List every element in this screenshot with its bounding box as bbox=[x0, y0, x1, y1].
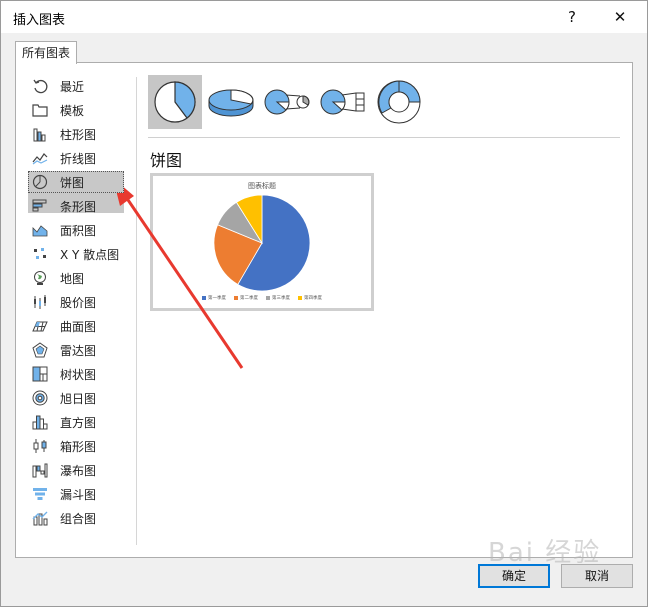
close-button[interactable]: ✕ bbox=[605, 5, 635, 29]
pie-subtype-icon[interactable] bbox=[148, 75, 202, 129]
category-label: 树状图 bbox=[60, 367, 97, 382]
treemap-chart-icon bbox=[31, 365, 49, 383]
category-label: 箱形图 bbox=[60, 439, 97, 454]
legend-label: 第四季度 bbox=[304, 296, 322, 301]
pie-of-pie-subtype-icon[interactable] bbox=[260, 75, 314, 129]
combo-chart-icon bbox=[31, 509, 49, 527]
category-label: 模板 bbox=[60, 103, 85, 118]
category-label: 股价图 bbox=[60, 295, 97, 310]
bar-chart-icon bbox=[31, 197, 49, 215]
map-chart-icon bbox=[31, 269, 49, 287]
category-label: 直方图 bbox=[60, 415, 97, 430]
chart-preview: 图表标题 第一季度 第二季度 第三季度 第四季度 bbox=[150, 173, 374, 311]
category-item[interactable]: 箱形图 bbox=[28, 435, 124, 457]
watermark: Bai 经验 bbox=[488, 538, 602, 568]
category-item[interactable]: 条形图 bbox=[28, 195, 124, 217]
category-item[interactable]: 组合图 bbox=[28, 507, 124, 529]
legend-entry: 第三季度 bbox=[266, 295, 290, 301]
column-chart-icon bbox=[31, 125, 49, 143]
waterfall-chart-icon bbox=[31, 461, 49, 479]
doughnut-subtype-icon[interactable] bbox=[372, 75, 426, 129]
category-item[interactable]: 旭日图 bbox=[28, 387, 124, 409]
category-item[interactable]: 直方图 bbox=[28, 411, 124, 433]
category-label: 最近 bbox=[60, 79, 85, 94]
category-label: 旭日图 bbox=[60, 391, 97, 406]
line-chart-icon bbox=[31, 149, 49, 167]
surface-chart-icon bbox=[31, 317, 49, 335]
area-chart-icon bbox=[31, 221, 49, 239]
legend-swatch bbox=[266, 296, 270, 300]
category-item[interactable]: 瀑布图 bbox=[28, 459, 124, 481]
dialog-title: 插入图表 bbox=[13, 13, 66, 28]
category-item[interactable]: 柱形图 bbox=[28, 123, 124, 145]
category-label: 组合图 bbox=[60, 511, 97, 526]
category-item[interactable]: 股价图 bbox=[28, 291, 124, 313]
category-label: 地图 bbox=[60, 271, 85, 286]
funnel-chart-icon bbox=[31, 485, 49, 503]
category-label: 饼图 bbox=[60, 175, 85, 190]
category-item[interactable]: 曲面图 bbox=[28, 315, 124, 337]
chart-legend: 第一季度 第二季度 第三季度 第四季度 bbox=[153, 295, 371, 301]
help-button[interactable]: ? bbox=[557, 5, 587, 29]
legend-swatch bbox=[234, 296, 238, 300]
radar-chart-icon bbox=[31, 341, 49, 359]
legend-label: 第三季度 bbox=[272, 296, 290, 301]
category-item[interactable]: 雷达图 bbox=[28, 339, 124, 361]
category-item[interactable]: 模板 bbox=[28, 99, 124, 121]
category-item[interactable]: 面积图 bbox=[28, 219, 124, 241]
pie-chart-icon bbox=[31, 173, 49, 191]
category-item[interactable]: 饼图 bbox=[28, 171, 124, 193]
category-label: 条形图 bbox=[60, 199, 97, 214]
scatter-chart-icon bbox=[31, 245, 49, 263]
category-label: 曲面图 bbox=[60, 319, 97, 334]
legend-entry: 第四季度 bbox=[298, 295, 322, 301]
category-label: 折线图 bbox=[60, 151, 97, 166]
legend-label: 第一季度 bbox=[208, 296, 226, 301]
category-label: 柱形图 bbox=[60, 127, 97, 142]
category-item[interactable]: 树状图 bbox=[28, 363, 124, 385]
title-bar: 插入图表 ? ✕ bbox=[1, 1, 647, 33]
insert-chart-dialog: 插入图表 ? ✕ 所有图表 最近 模板 柱形图 折线图 饼图 条形图 面积图 X Y 散点图地… bbox=[0, 0, 648, 607]
category-label: X Y 散点图 bbox=[60, 247, 120, 262]
legend-entry: 第一季度 bbox=[202, 295, 226, 301]
sunburst-chart-icon bbox=[31, 389, 49, 407]
category-item[interactable]: 地图 bbox=[28, 267, 124, 289]
chart-type-heading: 饼图 bbox=[150, 151, 183, 170]
tab-all-charts[interactable]: 所有图表 bbox=[15, 41, 78, 64]
stock-chart-icon bbox=[31, 293, 49, 311]
divider bbox=[136, 77, 137, 545]
category-label: 瀑布图 bbox=[60, 463, 97, 478]
histogram-chart-icon bbox=[31, 413, 49, 431]
category-label: 漏斗图 bbox=[60, 487, 97, 502]
folder-icon bbox=[31, 101, 49, 119]
category-item[interactable]: 最近 bbox=[28, 75, 124, 97]
category-item[interactable]: 漏斗图 bbox=[28, 483, 124, 505]
pie-chart bbox=[213, 194, 311, 292]
legend-entry: 第二季度 bbox=[234, 295, 258, 301]
legend-swatch bbox=[202, 296, 206, 300]
box-whisker-chart-icon bbox=[31, 437, 49, 455]
category-item[interactable]: X Y 散点图 bbox=[28, 243, 124, 265]
category-item[interactable]: 折线图 bbox=[28, 147, 124, 169]
legend-label: 第二季度 bbox=[240, 296, 258, 301]
tab-content: 最近 模板 柱形图 折线图 饼图 条形图 面积图 X Y 散点图 地图 股价图 曲面图 雷达图 树状图旭… bbox=[15, 62, 633, 558]
bar-of-pie-subtype-icon[interactable] bbox=[316, 75, 370, 129]
category-label: 面积图 bbox=[60, 223, 97, 238]
3d-pie-subtype-icon[interactable] bbox=[204, 75, 258, 129]
divider bbox=[148, 137, 620, 138]
legend-swatch bbox=[298, 296, 302, 300]
recent-icon bbox=[31, 77, 49, 95]
category-label: 雷达图 bbox=[60, 343, 97, 358]
